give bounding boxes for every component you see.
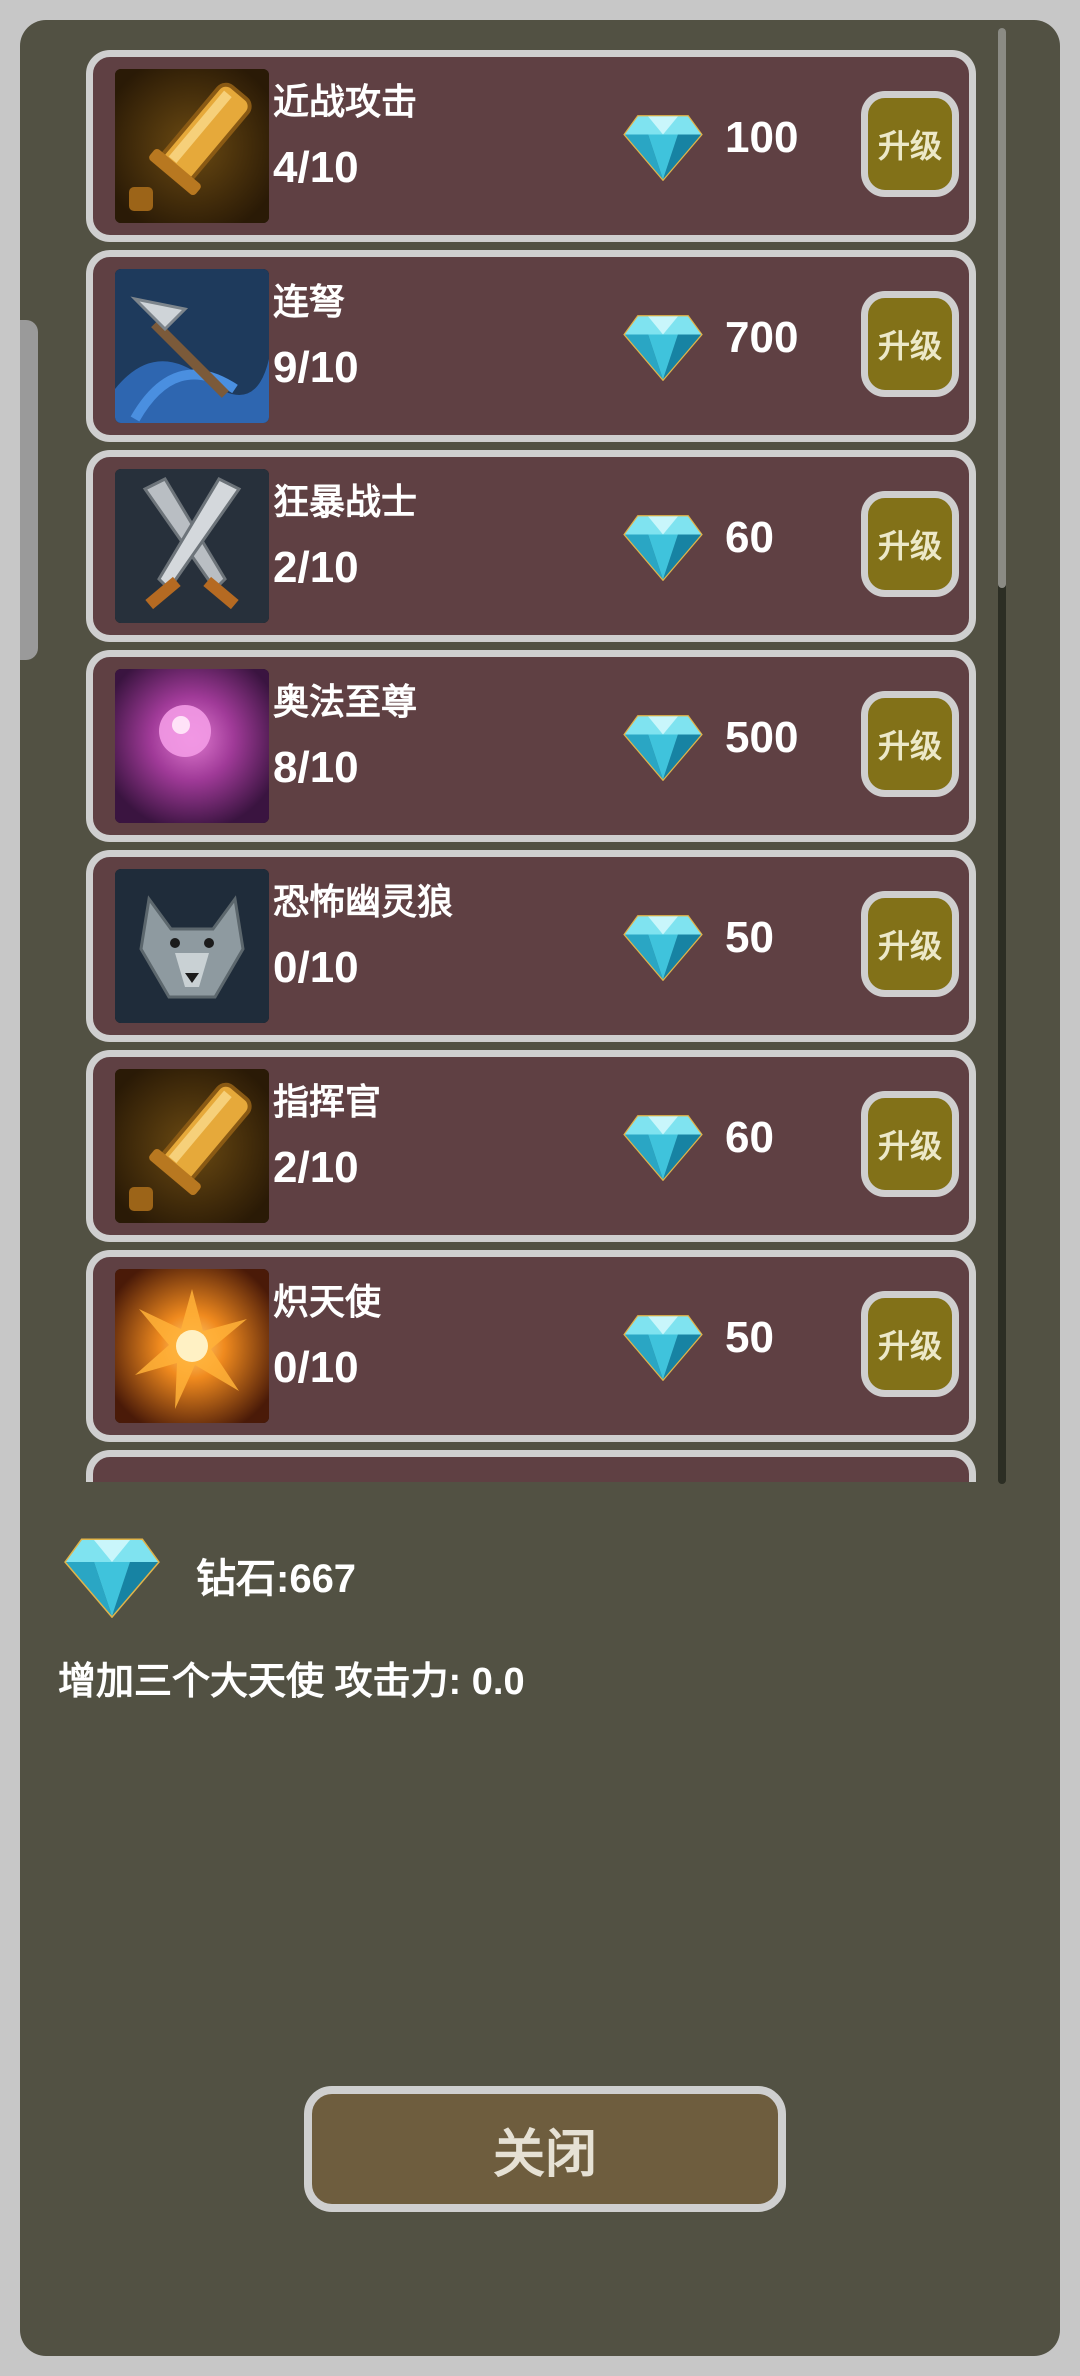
scrollbar-thumb[interactable] [998, 28, 1006, 588]
skill-card[interactable]: 近战攻击 4/10 100 升级 [86, 50, 976, 242]
skill-upgrade-panel: 近战攻击 4/10 100 升级 连弩 9/10 700 升级 狂暴战士 2/10 60 升级 奥法至尊… [20, 20, 1060, 2356]
diamond-icon [623, 913, 703, 982]
upgrade-button[interactable]: 升级 [861, 1091, 959, 1197]
wolf-icon [115, 869, 269, 1023]
upgrade-button[interactable]: 升级 [861, 691, 959, 797]
close-button[interactable]: 关闭 [304, 2086, 786, 2212]
skill-card[interactable]: 连弩 9/10 700 升级 [86, 250, 976, 442]
diamond-icon [623, 713, 703, 782]
crossbow-bolt-icon [115, 269, 269, 423]
skill-name: 奥法至尊 [273, 681, 418, 722]
upgrade-button[interactable]: 升级 [861, 291, 959, 397]
diamond-icon [623, 113, 703, 182]
skill-level: 4/10 [273, 143, 359, 192]
crossed-swords-icon [115, 469, 269, 623]
skill-card-partial[interactable] [86, 1450, 976, 1482]
diamond-balance: 钻石:667 [196, 1557, 357, 1601]
skill-card[interactable]: 狂暴战士 2/10 60 升级 [86, 450, 976, 642]
skill-name: 炽天使 [273, 1281, 382, 1322]
skill-level: 0/10 [273, 943, 359, 992]
upgrade-cost: 50 [725, 913, 774, 962]
skill-level: 2/10 [273, 543, 359, 592]
skill-card[interactable]: 恐怖幽灵狼 0/10 50 升级 [86, 850, 976, 1042]
upgrade-cost: 700 [725, 313, 799, 362]
upgrade-cost: 60 [725, 513, 774, 562]
upgrade-cost: 500 [725, 713, 799, 762]
skill-card[interactable]: 炽天使 0/10 50 升级 [86, 1250, 976, 1442]
upgrade-button[interactable]: 升级 [861, 1291, 959, 1397]
skill-list[interactable]: 近战攻击 4/10 100 升级 连弩 9/10 700 升级 狂暴战士 2/10 60 升级 奥法至尊… [86, 20, 1022, 1482]
skill-name: 连弩 [273, 281, 346, 322]
diamond-icon [623, 1113, 703, 1182]
diamond-icon [64, 1536, 160, 1619]
arcane-orb-icon [115, 669, 269, 823]
upgrade-button[interactable]: 升级 [861, 891, 959, 997]
fire-burst-icon [115, 1269, 269, 1423]
skill-level: 2/10 [273, 1143, 359, 1192]
skill-card[interactable]: 奥法至尊 8/10 500 升级 [86, 650, 976, 842]
skill-name: 近战攻击 [273, 81, 418, 122]
skill-name: 恐怖幽灵狼 [273, 881, 454, 922]
diamond-icon [623, 513, 703, 582]
diamond-icon [623, 313, 703, 382]
upgrade-cost: 60 [725, 1113, 774, 1162]
skill-level: 0/10 [273, 1343, 359, 1392]
skill-name: 狂暴战士 [273, 481, 418, 522]
upgrade-button[interactable]: 升级 [861, 91, 959, 197]
skill-name: 指挥官 [273, 1081, 382, 1122]
skill-level: 9/10 [273, 343, 359, 392]
diamond-icon [623, 1313, 703, 1382]
skill-level: 8/10 [273, 743, 359, 792]
side-drag-handle[interactable] [20, 320, 38, 660]
upgrade-cost: 50 [725, 1313, 774, 1362]
skill-card[interactable]: 指挥官 2/10 60 升级 [86, 1050, 976, 1242]
sword-icon [115, 1069, 269, 1223]
upgrade-cost: 100 [725, 113, 799, 162]
sword-icon [115, 69, 269, 223]
upgrade-button[interactable]: 升级 [861, 491, 959, 597]
skill-description: 增加三个大天使 攻击力: 0.0 [58, 1661, 525, 1703]
